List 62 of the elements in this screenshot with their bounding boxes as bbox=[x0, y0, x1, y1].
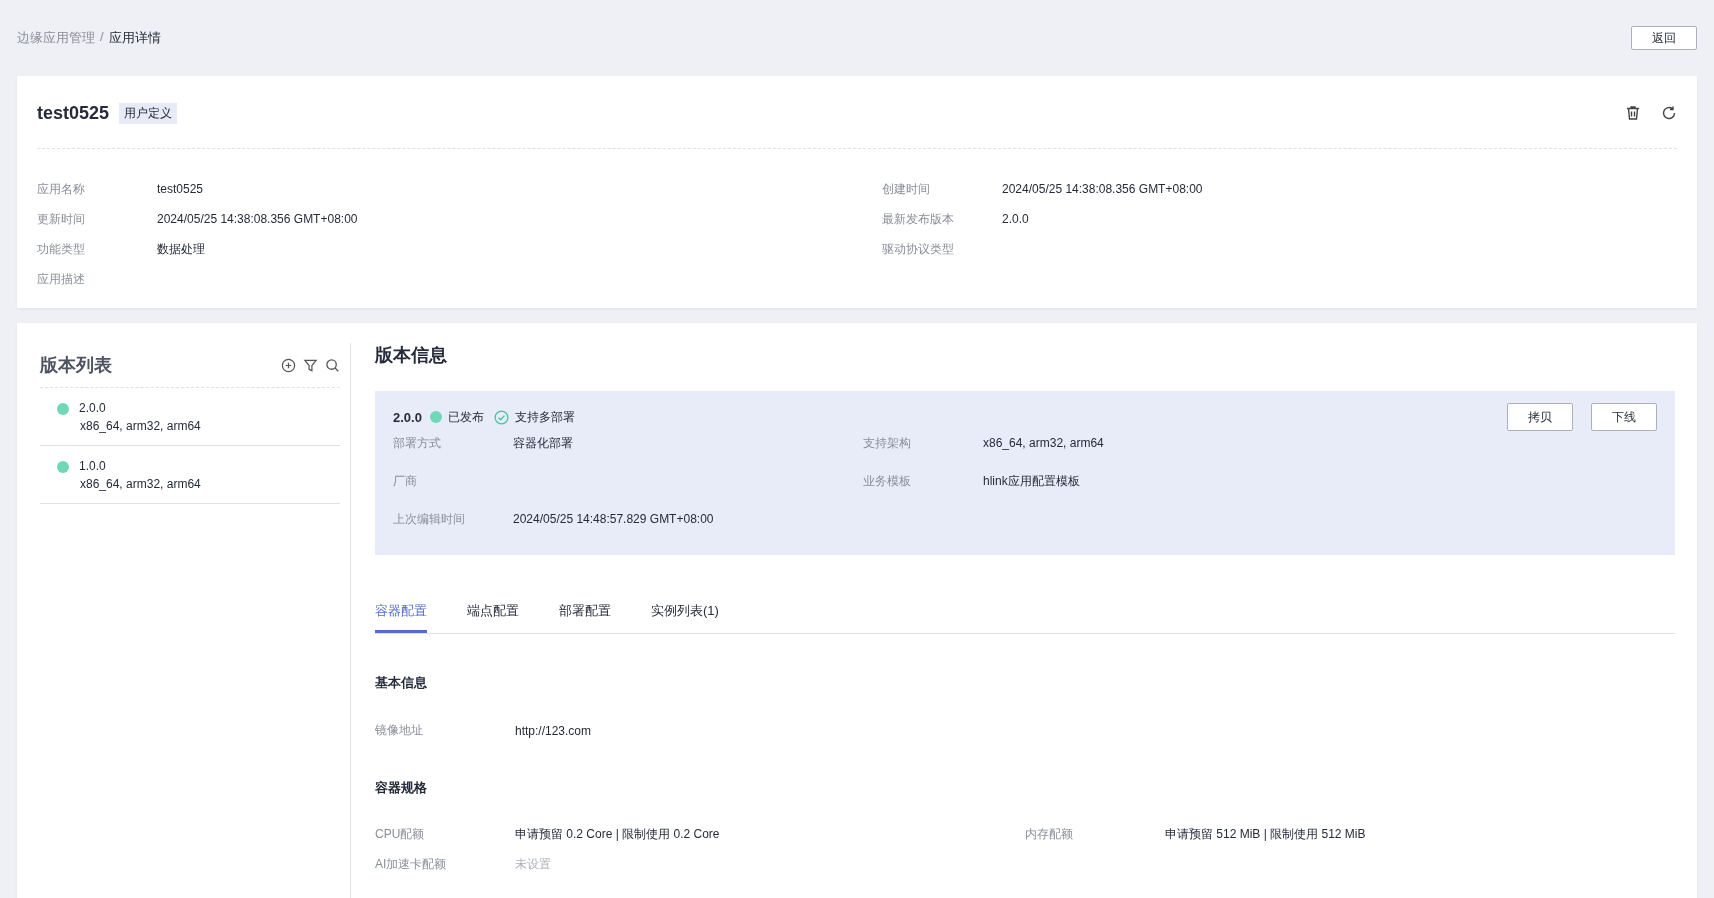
tab[interactable]: 部署配置 bbox=[559, 602, 611, 633]
field-value: 2.0.0 bbox=[1002, 212, 1029, 226]
field-label: 镜像地址 bbox=[375, 722, 424, 739]
field-value: hlink应用配置模板 bbox=[983, 472, 1080, 490]
version-arch: x86_64, arm32, arm64 bbox=[80, 419, 201, 433]
field-label: 最新发布版本 bbox=[882, 210, 955, 228]
version-list-title: 版本列表 bbox=[40, 354, 112, 377]
field-label: 应用名称 bbox=[37, 180, 86, 198]
field-label: CPU配额 bbox=[375, 825, 426, 843]
tab[interactable]: 端点配置 bbox=[467, 602, 519, 633]
tab[interactable]: 实例列表(1) bbox=[651, 602, 719, 633]
section-title: 基本信息 bbox=[375, 674, 428, 692]
section-title: 容器规格 bbox=[375, 779, 428, 797]
field-label: AI加速卡配额 bbox=[375, 855, 448, 873]
breadcrumb-current: 应用详情 bbox=[108, 29, 161, 47]
field-label: 支持架构 bbox=[863, 434, 912, 452]
field-label: 业务模板 bbox=[863, 472, 912, 490]
app-title: test0525 bbox=[37, 102, 110, 124]
field-label: 更新时间 bbox=[37, 210, 86, 228]
search-icon[interactable] bbox=[325, 357, 340, 373]
version-list-item[interactable]: 2.0.0 x86_64, arm32, arm64 bbox=[40, 388, 340, 446]
app-tag: 用户定义 bbox=[119, 102, 178, 124]
field-value: 申请预留 0.2 Core | 限制使用 0.2 Core bbox=[515, 825, 720, 843]
filter-icon[interactable] bbox=[303, 357, 318, 373]
status-dot-icon bbox=[57, 461, 69, 473]
action-button[interactable]: 下线 bbox=[1591, 403, 1657, 431]
multi-deploy-text: 支持多部署 bbox=[514, 408, 575, 426]
status-text: 已发布 bbox=[447, 408, 484, 426]
status-dot-icon bbox=[429, 411, 442, 423]
field-label: 厂商 bbox=[393, 472, 418, 490]
field-value: 申请预留 512 MiB | 限制使用 512 MiB bbox=[1165, 825, 1366, 843]
version-info-title: 版本信息 bbox=[375, 344, 448, 367]
field-value: 未设置 bbox=[515, 855, 551, 873]
field-label: 应用描述 bbox=[37, 270, 86, 288]
version-arch: x86_64, arm32, arm64 bbox=[80, 477, 201, 491]
version-number: 2.0.0 bbox=[79, 401, 107, 415]
version-number: 1.0.0 bbox=[79, 459, 107, 473]
field-value: test0525 bbox=[157, 182, 204, 196]
field-value: x86_64, arm32, arm64 bbox=[983, 436, 1104, 450]
tab[interactable]: 容器配置 bbox=[375, 602, 427, 633]
refresh-icon[interactable] bbox=[1661, 105, 1677, 121]
field-value: 数据处理 bbox=[157, 240, 205, 258]
field-value: 2024/05/25 14:38:08.356 GMT+08:00 bbox=[1002, 182, 1203, 196]
version-list-item[interactable]: 1.0.0 x86_64, arm32, arm64 bbox=[40, 446, 340, 504]
breadcrumb-separator: / bbox=[100, 29, 104, 46]
field-label: 功能类型 bbox=[37, 240, 86, 258]
field-label: 创建时间 bbox=[882, 180, 931, 198]
status-dot-icon bbox=[57, 403, 69, 415]
field-label: 驱动协议类型 bbox=[882, 240, 955, 258]
field-label: 上次编辑时间 bbox=[393, 510, 466, 528]
delete-icon[interactable] bbox=[1625, 105, 1641, 121]
field-label: 部署方式 bbox=[393, 434, 442, 452]
action-button[interactable]: 拷贝 bbox=[1507, 403, 1573, 431]
check-circle-icon bbox=[493, 409, 509, 425]
field-value: http://123.com bbox=[515, 723, 592, 738]
field-value: 容器化部署 bbox=[513, 434, 573, 452]
field-label: 内存配额 bbox=[1025, 825, 1074, 843]
field-value: 2024/05/25 14:48:57.829 GMT+08:00 bbox=[513, 512, 714, 526]
back-button[interactable]: 返回 bbox=[1631, 26, 1697, 50]
version-number: 2.0.0 bbox=[393, 409, 422, 425]
add-icon[interactable] bbox=[281, 357, 296, 373]
field-value: 2024/05/25 14:38:08.356 GMT+08:00 bbox=[157, 212, 358, 226]
